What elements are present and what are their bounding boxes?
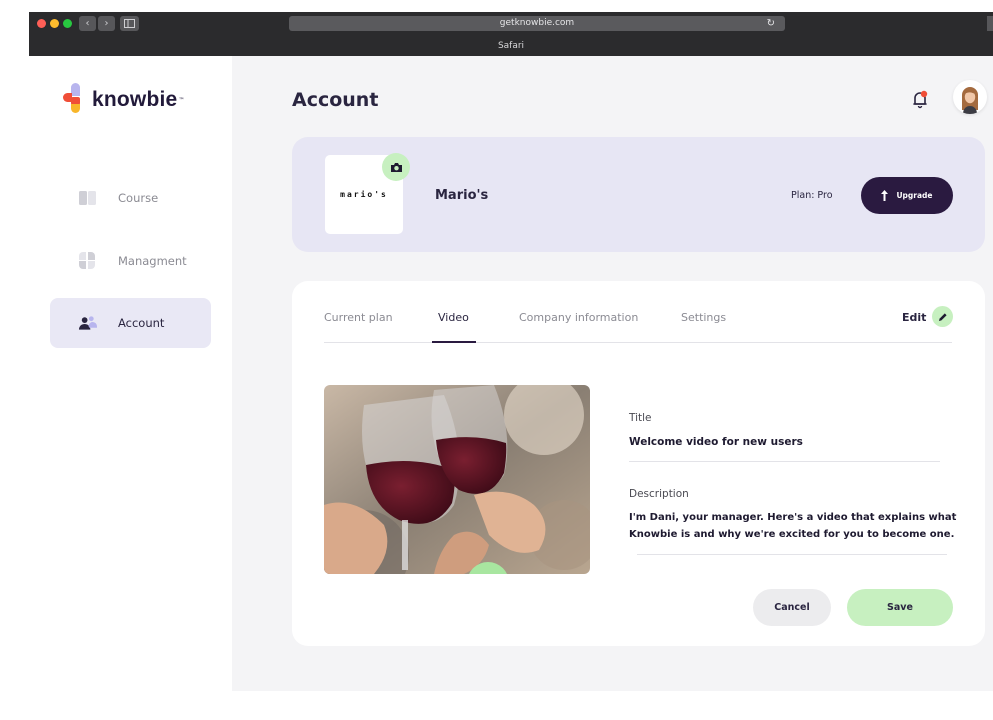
sidebar-item-label: Course: [118, 191, 159, 205]
tab-title: Safari: [497, 41, 525, 51]
sidebar: knowbie ™ Course Managment Account: [29, 56, 232, 691]
close-window-button[interactable]: [37, 19, 46, 28]
minimize-window-button[interactable]: [50, 19, 59, 28]
logo-text: knowbie: [92, 88, 178, 111]
upgrade-label: Upgrade: [896, 191, 933, 200]
browser-toolbar: ‹ › getknowbie.com ↻: [29, 12, 993, 36]
sidebar-item-managment[interactable]: Managment: [50, 236, 211, 286]
description-line-2[interactable]: Knowbie is and why we're excited for you…: [629, 526, 954, 543]
chevron-left-icon[interactable]: ‹: [79, 16, 96, 31]
plan-label: Plan: Pro: [791, 190, 833, 201]
pencil-icon: [938, 312, 947, 321]
tab-bar: Current plan Video Company information S…: [324, 306, 953, 343]
toolbar-button[interactable]: [987, 16, 993, 31]
company-name: Mario's: [435, 188, 489, 203]
change-logo-button[interactable]: [382, 153, 410, 181]
description-label: Description: [629, 488, 689, 500]
users-icon: [78, 316, 97, 330]
tab-video[interactable]: Video: [438, 311, 469, 324]
save-button[interactable]: Save: [847, 589, 953, 626]
camera-icon: [390, 162, 402, 172]
company-card: mario's Mario's Plan: Pro Upgrade: [292, 137, 985, 252]
title-field[interactable]: Welcome video for new users: [629, 434, 803, 451]
address-bar[interactable]: getknowbie.com ↻: [289, 16, 785, 31]
book-icon: [79, 191, 96, 205]
video-thumbnail[interactable]: [324, 385, 590, 574]
sidebar-icon[interactable]: [120, 16, 139, 31]
bell-icon[interactable]: [909, 88, 931, 110]
avatar-image: [962, 87, 978, 114]
grid-icon: [79, 252, 95, 269]
app-window: knowbie ™ Course Managment Account Accou…: [29, 56, 993, 691]
arrow-up-icon: [881, 190, 889, 201]
description-field-underline: [637, 554, 947, 555]
tab-company-information[interactable]: Company information: [519, 311, 638, 324]
edit-label[interactable]: Edit: [902, 311, 926, 324]
logo-mark-icon: [63, 83, 87, 117]
maximize-window-button[interactable]: [63, 19, 72, 28]
sidebar-item-account[interactable]: Account: [50, 298, 211, 348]
title-field-underline: [629, 461, 940, 462]
page-title: Account: [292, 89, 379, 111]
reload-icon[interactable]: ↻: [767, 16, 775, 31]
sidebar-item-course[interactable]: Course: [50, 173, 211, 223]
cancel-button[interactable]: Cancel: [753, 589, 831, 626]
knowbie-logo[interactable]: knowbie ™: [63, 83, 184, 117]
description-line-1[interactable]: I'm Dani, your manager. Here's a video t…: [629, 509, 956, 526]
title-label: Title: [629, 412, 652, 424]
tab-current-plan[interactable]: Current plan: [324, 311, 393, 324]
sidebar-item-label: Managment: [118, 254, 187, 268]
upgrade-button[interactable]: Upgrade: [861, 177, 953, 214]
edit-button[interactable]: [932, 306, 953, 327]
active-tab-indicator: [432, 341, 476, 343]
browser-chrome: ‹ › getknowbie.com ↻ Safari: [29, 12, 993, 56]
sidebar-item-label: Account: [118, 316, 165, 330]
company-logo-text: mario's: [340, 190, 388, 199]
chevron-right-icon[interactable]: ›: [98, 16, 115, 31]
user-avatar[interactable]: [953, 80, 987, 114]
tab-settings[interactable]: Settings: [681, 311, 726, 324]
url-text: getknowbie.com: [499, 18, 575, 28]
video-thumbnail-image: [324, 385, 590, 574]
content-card: Current plan Video Company information S…: [292, 281, 985, 646]
